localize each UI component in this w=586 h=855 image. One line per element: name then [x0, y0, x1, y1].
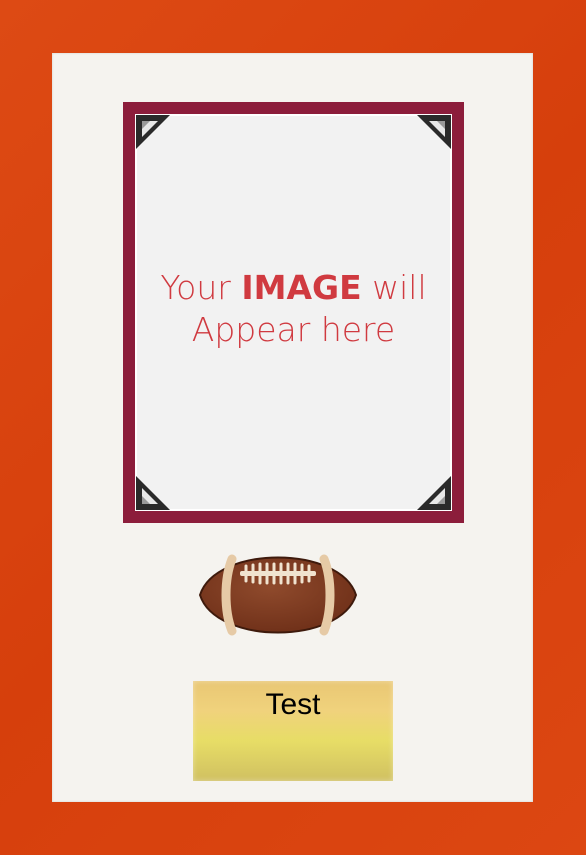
- placeholder-bold: IMAGE: [241, 268, 362, 307]
- image-placeholder-text: Your IMAGE will Appear here: [123, 267, 464, 351]
- photo-corner-icon: [136, 476, 170, 510]
- photo-corner-icon: [417, 115, 451, 149]
- name-plaque[interactable]: Test: [193, 681, 393, 781]
- placeholder-suffix: will: [372, 268, 427, 307]
- placeholder-prefix: Your: [160, 268, 231, 307]
- placeholder-line-1: Your IMAGE will: [123, 267, 464, 309]
- plaque-text: Test: [265, 688, 321, 721]
- football-icon: [198, 554, 358, 636]
- photo-corner-icon: [136, 115, 170, 149]
- photo-frame[interactable]: Your IMAGE will Appear here: [123, 102, 464, 523]
- placeholder-line-2: Appear here: [191, 310, 396, 349]
- photo-corner-icon: [417, 476, 451, 510]
